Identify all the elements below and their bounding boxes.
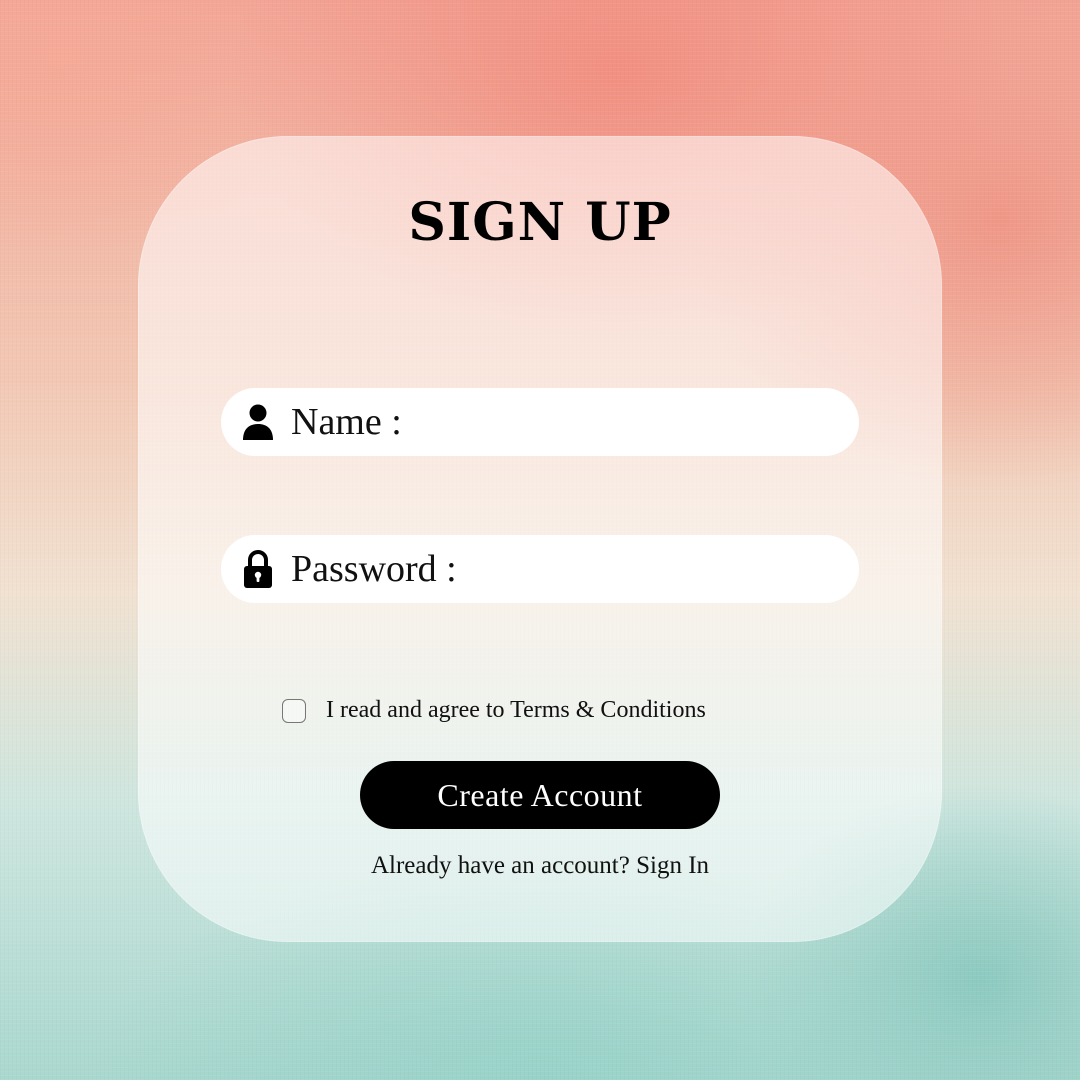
signin-prompt: Already have an account? xyxy=(370,852,630,879)
signup-card: SIGN UP Name : Password : I read and agr… xyxy=(138,136,942,942)
page-title: SIGN UP xyxy=(408,192,672,253)
name-field-label: Name : xyxy=(291,401,402,443)
password-field-label: Password : xyxy=(291,548,457,590)
signin-link[interactable]: Sign In xyxy=(636,852,709,879)
terms-label: I read and agree to Terms & Conditions xyxy=(326,697,706,723)
password-field[interactable]: Password : xyxy=(221,535,859,603)
terms-checkbox[interactable] xyxy=(282,698,306,723)
name-field[interactable]: Name : xyxy=(221,388,859,456)
create-account-button[interactable]: Create Account xyxy=(360,761,720,829)
lock-icon xyxy=(241,549,275,589)
signin-prompt-line: Already have an account? Sign In xyxy=(138,852,942,880)
terms-agreement: I read and agree to Terms & Conditions xyxy=(282,697,706,724)
person-icon xyxy=(241,402,275,442)
